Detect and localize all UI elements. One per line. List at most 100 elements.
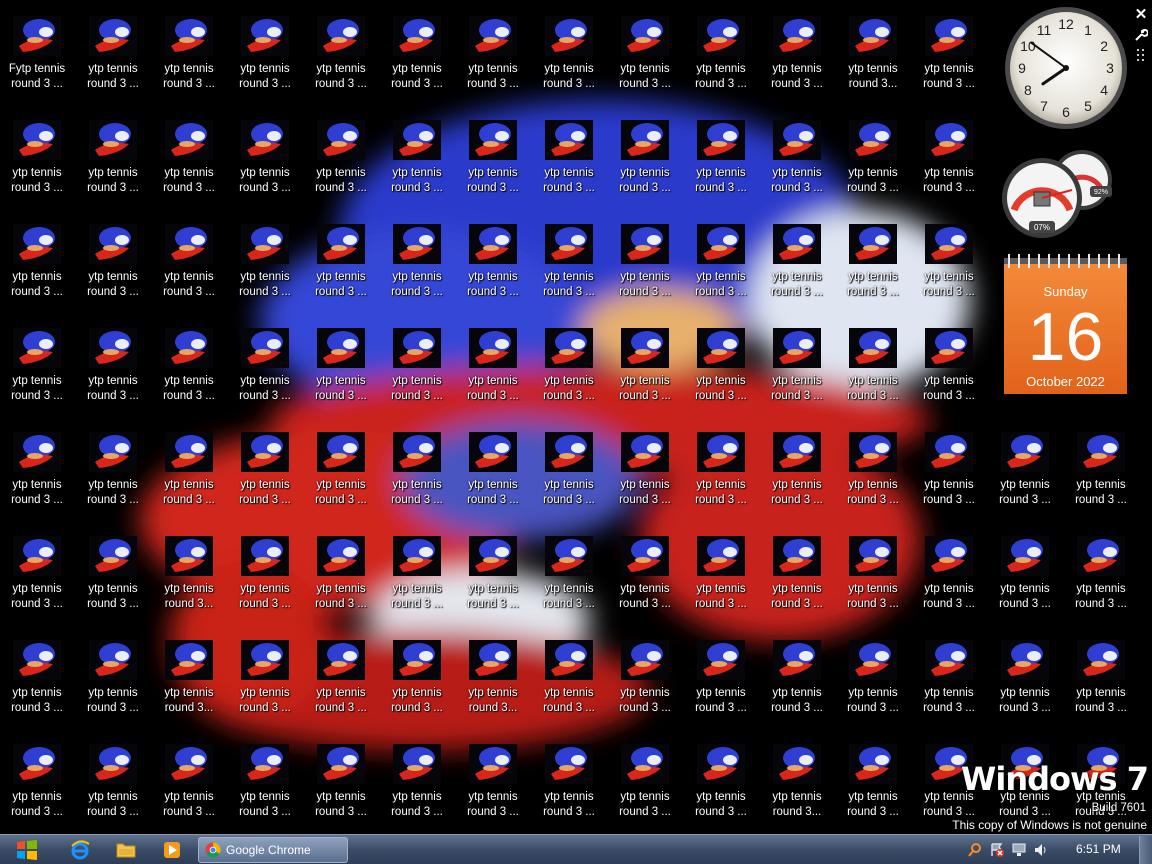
desktop-shortcut-icon[interactable]: ytp tennis round 3 ... xyxy=(227,730,303,820)
desktop-shortcut-icon[interactable]: ytp tennis round 3 ... xyxy=(75,210,151,300)
desktop-shortcut-icon[interactable]: ytp tennis round 3 ... xyxy=(75,418,151,508)
desktop-shortcut-icon[interactable]: ytp tennis round 3 ... xyxy=(607,106,683,196)
desktop-shortcut-icon[interactable]: ytp tennis round 3 ... xyxy=(75,106,151,196)
desktop-shortcut-icon[interactable]: ytp tennis round 3 ... xyxy=(683,314,759,404)
desktop-shortcut-icon[interactable]: ytp tennis round 3 ... xyxy=(683,730,759,820)
desktop-shortcut-icon[interactable]: ytp tennis round 3 ... xyxy=(911,418,987,508)
desktop-shortcut-icon[interactable]: ytp tennis round 3 ... xyxy=(911,626,987,716)
tray-search-icon[interactable] xyxy=(964,835,986,864)
desktop-shortcut-icon[interactable]: ytp tennis round 3 ... xyxy=(607,730,683,820)
desktop-shortcut-icon[interactable]: ytp tennis round 3 ... xyxy=(835,418,911,508)
cpu-meter-gadget[interactable]: 07% 92% xyxy=(1002,148,1128,244)
desktop-shortcut-icon[interactable]: ytp tennis round 3 ... xyxy=(455,314,531,404)
desktop-shortcut-icon[interactable]: ytp tennis round 3 ... xyxy=(683,2,759,92)
calendar-gadget[interactable]: Sunday 16 October 2022 xyxy=(1004,254,1127,394)
desktop-shortcut-icon[interactable]: ytp tennis round 3 ... xyxy=(227,418,303,508)
desktop-shortcut-icon[interactable]: ytp tennis round 3 ... xyxy=(531,210,607,300)
desktop-shortcut-icon[interactable]: ytp tennis round 3 ... xyxy=(379,418,455,508)
desktop-shortcut-icon[interactable]: ytp tennis round 3 ... xyxy=(759,418,835,508)
desktop-shortcut-icon[interactable]: ytp tennis round 3 ... xyxy=(379,626,455,716)
desktop-shortcut-icon[interactable]: ytp tennis round 3 ... xyxy=(75,2,151,92)
desktop-shortcut-icon[interactable]: ytp tennis round 3 ... xyxy=(0,626,75,716)
desktop-shortcut-icon[interactable]: ytp tennis round 3 ... xyxy=(531,626,607,716)
desktop-shortcut-icon[interactable]: ytp tennis round 3 ... xyxy=(683,418,759,508)
desktop-shortcut-icon[interactable]: ytp tennis round 3 ... xyxy=(759,106,835,196)
desktop-shortcut-icon[interactable]: ytp tennis round 3 ... xyxy=(227,210,303,300)
desktop-shortcut-icon[interactable]: ytp tennis round 3 ... xyxy=(455,210,531,300)
desktop-shortcut-icon[interactable]: ytp tennis round 3 ... xyxy=(1063,418,1139,508)
desktop-shortcut-icon[interactable]: ytp tennis round 3 ... xyxy=(835,210,911,300)
desktop-shortcut-icon[interactable]: ytp tennis round 3 ... xyxy=(303,418,379,508)
desktop-shortcut-icon[interactable]: Fytp tennis round 3 ... xyxy=(0,2,75,92)
desktop-shortcut-icon[interactable]: ytp tennis round 3 ... xyxy=(379,730,455,820)
desktop-shortcut-icon[interactable]: ytp tennis round 3 ... xyxy=(683,522,759,612)
desktop-shortcut-icon[interactable]: ytp tennis round 3 ... xyxy=(379,106,455,196)
desktop-shortcut-icon[interactable]: ytp tennis round 3 ... xyxy=(455,2,531,92)
desktop-shortcut-icon[interactable]: ytp tennis round 3 ... xyxy=(379,2,455,92)
desktop-shortcut-icon[interactable]: ytp tennis round 3 ... xyxy=(0,314,75,404)
desktop-shortcut-icon[interactable]: ytp tennis round 3 ... xyxy=(455,522,531,612)
desktop-shortcut-icon[interactable]: ytp tennis round 3 ... xyxy=(683,106,759,196)
start-button[interactable] xyxy=(8,838,46,862)
desktop-shortcut-icon[interactable]: ytp tennis round 3 ... xyxy=(759,2,835,92)
desktop-shortcut-icon[interactable]: ytp tennis round 3 ... xyxy=(835,106,911,196)
gadget-drag-handle-icon[interactable] xyxy=(1131,45,1151,65)
desktop-shortcut-icon[interactable]: ytp tennis round 3 ... xyxy=(911,314,987,404)
desktop-shortcut-icon[interactable]: ytp tennis round 3 ... xyxy=(683,626,759,716)
desktop-shortcut-icon[interactable]: ytp tennis round 3 ... xyxy=(303,730,379,820)
desktop-shortcut-icon[interactable]: ytp tennis round 3 ... xyxy=(835,730,911,820)
desktop-shortcut-icon[interactable]: ytp tennis round 3 ... xyxy=(303,106,379,196)
desktop-shortcut-icon[interactable]: ytp tennis round 3 ... xyxy=(911,106,987,196)
desktop-shortcut-icon[interactable]: ytp tennis round 3 ... xyxy=(227,314,303,404)
desktop-shortcut-icon[interactable]: ytp tennis round 3 ... xyxy=(531,106,607,196)
desktop-shortcut-icon[interactable]: ytp tennis round 3 ... xyxy=(75,522,151,612)
desktop-shortcut-icon[interactable]: ytp tennis round 3 ... xyxy=(835,626,911,716)
desktop-shortcut-icon[interactable]: ytp tennis round 3 ... xyxy=(531,314,607,404)
desktop-shortcut-icon[interactable]: ytp tennis round 3 ... xyxy=(683,210,759,300)
desktop-shortcut-icon[interactable]: ytp tennis round 3 ... xyxy=(531,522,607,612)
desktop-shortcut-icon[interactable]: ytp tennis round 3 ... xyxy=(607,314,683,404)
desktop-shortcut-icon[interactable]: ytp tennis round 3 ... xyxy=(531,2,607,92)
desktop-shortcut-icon[interactable]: ytp tennis round 3 ... xyxy=(531,418,607,508)
desktop-shortcut-icon[interactable]: ytp tennis round 3 ... xyxy=(455,106,531,196)
desktop-shortcut-icon[interactable]: ytp tennis round 3 ... xyxy=(151,418,227,508)
volume-icon[interactable] xyxy=(1030,835,1052,864)
desktop-shortcut-icon[interactable]: ytp tennis round 3 ... xyxy=(607,210,683,300)
taskbar-clock[interactable]: 6:51 PM xyxy=(1076,842,1121,856)
desktop-shortcut-icon[interactable]: ytp tennis round 3 ... xyxy=(151,2,227,92)
network-icon[interactable] xyxy=(1008,835,1030,864)
desktop-shortcut-icon[interactable]: ytp tennis round 3 ... xyxy=(759,314,835,404)
desktop-shortcut-icon[interactable]: ytp tennis round 3 ... xyxy=(75,626,151,716)
desktop-shortcut-icon[interactable]: ytp tennis round 3 ... xyxy=(911,2,987,92)
desktop-shortcut-icon[interactable]: ytp tennis round 3 ... xyxy=(227,2,303,92)
desktop-shortcut-icon[interactable]: ytp tennis round 3 ... xyxy=(303,314,379,404)
taskbar-pinned-explorer[interactable] xyxy=(106,838,146,862)
desktop-shortcut-icon[interactable]: ytp tennis round 3 ... xyxy=(303,522,379,612)
desktop-shortcut-icon[interactable]: ytp tennis round 3 ... xyxy=(607,418,683,508)
gadget-options-icon[interactable] xyxy=(1131,25,1151,45)
desktop-shortcut-icon[interactable]: ytp tennis round 3 ... xyxy=(151,314,227,404)
desktop-shortcut-icon[interactable]: ytp tennis round 3 ... xyxy=(987,626,1063,716)
desktop-shortcut-icon[interactable]: ytp tennis round 3... xyxy=(759,730,835,820)
desktop-shortcut-icon[interactable]: ytp tennis round 3... xyxy=(455,626,531,716)
taskbar-pinned-media-player[interactable] xyxy=(152,838,192,862)
desktop-shortcut-icon[interactable]: ytp tennis round 3 ... xyxy=(303,2,379,92)
desktop-shortcut-icon[interactable]: ytp tennis round 3 ... xyxy=(227,106,303,196)
clock-gadget[interactable]: 12 12 3 45678 9 1011 xyxy=(1003,5,1129,131)
taskbar-chrome-window[interactable]: Google Chrome xyxy=(198,837,348,863)
desktop-shortcut-icon[interactable]: ytp tennis round 3 ... xyxy=(455,730,531,820)
desktop-shortcut-icon[interactable]: ytp tennis round 3 ... xyxy=(379,210,455,300)
desktop-shortcut-icon[interactable]: ytp tennis round 3 ... xyxy=(835,314,911,404)
desktop-shortcut-icon[interactable]: ytp tennis round 3... xyxy=(151,626,227,716)
desktop-shortcut-icon[interactable]: ytp tennis round 3 ... xyxy=(911,210,987,300)
desktop-shortcut-icon[interactable]: ytp tennis round 3 ... xyxy=(607,522,683,612)
taskbar-pinned-internet-explorer[interactable] xyxy=(60,838,100,862)
desktop-shortcut-icon[interactable]: ytp tennis round 3 ... xyxy=(0,106,75,196)
desktop-shortcut-icon[interactable]: ytp tennis round 3 ... xyxy=(1063,626,1139,716)
desktop-shortcut-icon[interactable]: ytp tennis round 3 ... xyxy=(151,210,227,300)
desktop-shortcut-icon[interactable]: ytp tennis round 3 ... xyxy=(75,730,151,820)
desktop-shortcut-icon[interactable]: ytp tennis round 3 ... xyxy=(227,522,303,612)
desktop-shortcut-icon[interactable]: ytp tennis round 3 ... xyxy=(759,626,835,716)
desktop-shortcut-icon[interactable]: ytp tennis round 3 ... xyxy=(759,210,835,300)
desktop-shortcut-icon[interactable]: ytp tennis round 3 ... xyxy=(607,626,683,716)
